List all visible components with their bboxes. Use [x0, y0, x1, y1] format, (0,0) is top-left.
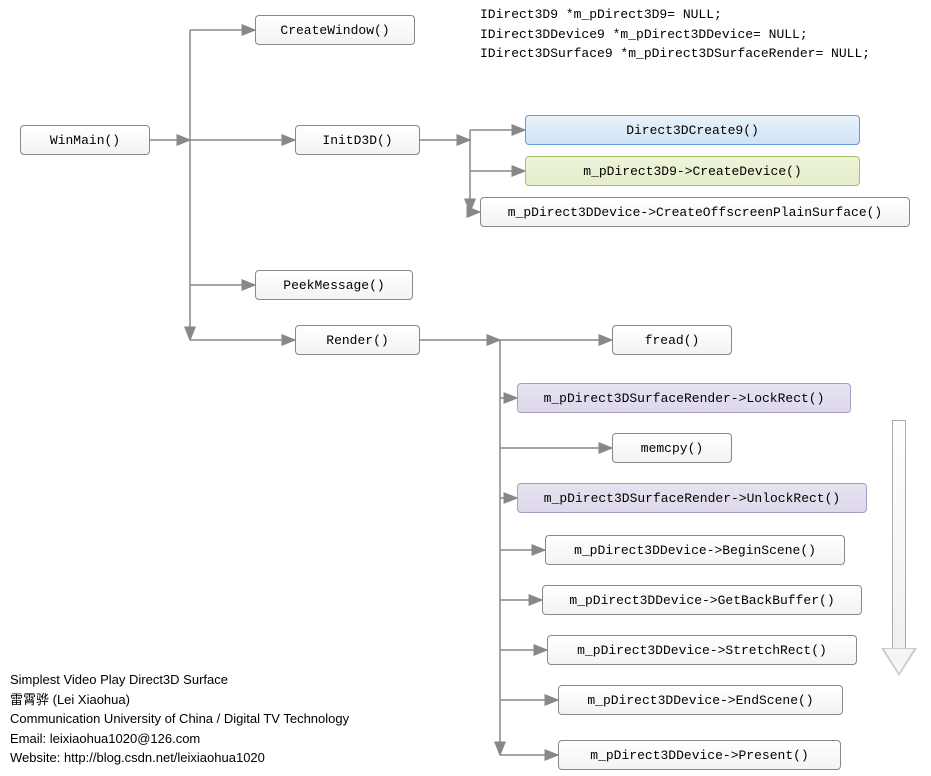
- footer-author: 雷霄骅 (Lei Xiaohua): [10, 690, 349, 710]
- lockrect-label: m_pDirect3DSurfaceRender->LockRect(): [544, 391, 825, 406]
- unlockrect-box: m_pDirect3DSurfaceRender->UnlockRect(): [517, 483, 867, 513]
- footer-email: Email: leixiaohua1020@126.com: [10, 729, 349, 749]
- unlockrect-label: m_pDirect3DSurfaceRender->UnlockRect(): [544, 491, 840, 506]
- winmain-box: WinMain(): [20, 125, 150, 155]
- diagram-canvas: WinMain() CreateWindow() InitD3D() PeekM…: [0, 0, 931, 776]
- getbackbuffer-label: m_pDirect3DDevice->GetBackBuffer(): [569, 593, 834, 608]
- present-box: m_pDirect3DDevice->Present(): [558, 740, 841, 770]
- fread-box: fread(): [612, 325, 732, 355]
- initd3d-box: InitD3D(): [295, 125, 420, 155]
- footer-title: Simplest Video Play Direct3D Surface: [10, 670, 349, 690]
- endscene-box: m_pDirect3DDevice->EndScene(): [558, 685, 843, 715]
- createdevice-box: m_pDirect3D9->CreateDevice(): [525, 156, 860, 186]
- createdevice-label: m_pDirect3D9->CreateDevice(): [583, 164, 801, 179]
- memcpy-label: memcpy(): [641, 441, 703, 456]
- footer: Simplest Video Play Direct3D Surface 雷霄骅…: [10, 670, 349, 768]
- createwindow-box: CreateWindow(): [255, 15, 415, 45]
- footer-website: Website: http://blog.csdn.net/leixiaohua…: [10, 748, 349, 768]
- peekmessage-box: PeekMessage(): [255, 270, 413, 300]
- d3dcreate9-label: Direct3DCreate9(): [626, 123, 759, 138]
- present-label: m_pDirect3DDevice->Present(): [590, 748, 808, 763]
- render-box: Render(): [295, 325, 420, 355]
- createoffscreen-label: m_pDirect3DDevice->CreateOffscreenPlainS…: [508, 205, 882, 220]
- code-block: IDirect3D9 *m_pDirect3D9= NULL; IDirect3…: [480, 5, 870, 64]
- endscene-label: m_pDirect3DDevice->EndScene(): [587, 693, 813, 708]
- footer-affiliation: Communication University of China / Digi…: [10, 709, 349, 729]
- stretchrect-box: m_pDirect3DDevice->StretchRect(): [547, 635, 857, 665]
- render-label: Render(): [326, 333, 388, 348]
- beginscene-box: m_pDirect3DDevice->BeginScene(): [545, 535, 845, 565]
- d3dcreate9-box: Direct3DCreate9(): [525, 115, 860, 145]
- winmain-label: WinMain(): [50, 133, 120, 148]
- lockrect-box: m_pDirect3DSurfaceRender->LockRect(): [517, 383, 851, 413]
- createwindow-label: CreateWindow(): [280, 23, 389, 38]
- getbackbuffer-box: m_pDirect3DDevice->GetBackBuffer(): [542, 585, 862, 615]
- memcpy-box: memcpy(): [612, 433, 732, 463]
- fread-label: fread(): [645, 333, 700, 348]
- initd3d-label: InitD3D(): [322, 133, 392, 148]
- peekmessage-label: PeekMessage(): [283, 278, 384, 293]
- stretchrect-label: m_pDirect3DDevice->StretchRect(): [577, 643, 827, 658]
- beginscene-label: m_pDirect3DDevice->BeginScene(): [574, 543, 816, 558]
- createoffscreen-box: m_pDirect3DDevice->CreateOffscreenPlainS…: [480, 197, 910, 227]
- flow-arrow-icon: [885, 420, 913, 680]
